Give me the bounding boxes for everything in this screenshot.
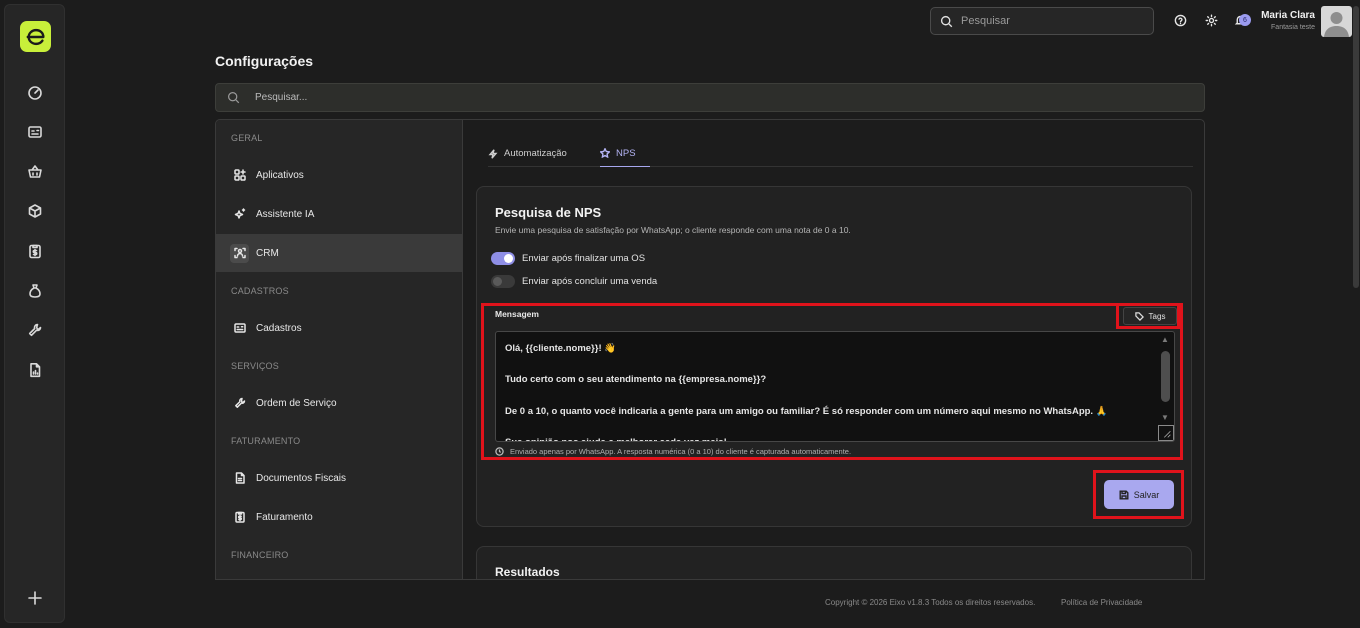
- dashboard-icon[interactable]: [25, 83, 45, 103]
- help-icon[interactable]: [1173, 13, 1187, 27]
- search-icon: [940, 15, 953, 27]
- nps-card-description: Envie uma pesquisa de satisfação por Wha…: [495, 225, 851, 235]
- wrench-icon[interactable]: [25, 320, 45, 340]
- tab-automatizacao[interactable]: Automatização: [488, 140, 580, 167]
- settings-search[interactable]: [215, 83, 1205, 112]
- sparkles-icon: [231, 206, 248, 223]
- clipboard-dollar-icon[interactable]: [25, 241, 45, 261]
- nav-section-label: FINANCEIRO: [231, 550, 289, 560]
- money-bag-icon[interactable]: [25, 281, 45, 301]
- basket-icon[interactable]: [25, 162, 45, 182]
- results-title: Resultados: [495, 565, 560, 579]
- save-icon: [1119, 490, 1129, 499]
- highlight-box-message: [481, 303, 1183, 460]
- search-icon: [228, 92, 240, 104]
- logo-icon: [26, 28, 45, 45]
- footer-privacy-link[interactable]: Política de Privacidade: [1061, 598, 1142, 607]
- box-icon[interactable]: [25, 201, 45, 221]
- nav-item-documentos-fiscais[interactable]: Documentos Fiscais: [216, 459, 462, 497]
- nav-item-crm[interactable]: CRM: [216, 234, 462, 272]
- nav-section-label: FATURAMENTO: [231, 436, 301, 446]
- report-icon[interactable]: [25, 360, 45, 380]
- document-icon: [231, 470, 248, 487]
- user-avatar-icon: [1324, 12, 1349, 37]
- toggle-row-concluir-venda: Enviar após concluir uma venda: [491, 275, 657, 288]
- nav-section-label: GERAL: [231, 133, 263, 143]
- highlight-box-tags: [1116, 303, 1180, 329]
- results-card: Resultados: [476, 546, 1192, 579]
- nav-item-label: Ordem de Serviço: [256, 397, 337, 409]
- nav-section-label: CADASTROS: [231, 286, 289, 296]
- toggle-finalizar-os[interactable]: [491, 252, 515, 265]
- nav-item-assistente-ia[interactable]: Assistente IA: [216, 195, 462, 233]
- nav-item-faturamento[interactable]: Faturamento: [216, 498, 462, 536]
- id-card-icon[interactable]: [25, 122, 45, 142]
- nps-card-title: Pesquisa de NPS: [495, 205, 602, 220]
- app-logo[interactable]: [20, 21, 51, 52]
- toggle-label: Enviar após finalizar uma OS: [522, 253, 646, 264]
- global-search-input[interactable]: [961, 15, 1141, 27]
- global-search[interactable]: [930, 7, 1154, 35]
- toggle-row-finalizar-os: Enviar após finalizar uma OS: [491, 252, 645, 265]
- star-icon: [600, 148, 610, 158]
- user-company: Fantasia teste: [1271, 24, 1315, 31]
- id-card-icon: [231, 320, 248, 337]
- settings-search-input[interactable]: [255, 92, 855, 103]
- settings-panel: GERAL Aplicativos Assistente IA CRM CADA…: [215, 119, 1205, 580]
- nav-item-cadastros[interactable]: Cadastros: [216, 309, 462, 347]
- users-icon: [230, 243, 249, 263]
- user-name[interactable]: Maria Clara: [1261, 10, 1315, 21]
- notification-badge: 6: [1239, 14, 1251, 26]
- avatar[interactable]: [1321, 6, 1352, 37]
- bolt-icon: [488, 148, 498, 159]
- nav-item-label: Assistente IA: [256, 208, 315, 220]
- settings-tabs: Automatização NPS: [488, 140, 1193, 167]
- nav-item-label: Aplicativos: [256, 169, 304, 181]
- nav-item-label: Documentos Fiscais: [256, 472, 347, 484]
- nav-item-label: CRM: [256, 247, 279, 259]
- nav-item-ordem-de-servico[interactable]: Ordem de Serviço: [216, 384, 462, 422]
- settings-nav: GERAL Aplicativos Assistente IA CRM CADA…: [216, 120, 463, 579]
- tab-nps[interactable]: NPS: [600, 140, 650, 167]
- tab-label: NPS: [616, 147, 636, 159]
- nav-item-label: Faturamento: [256, 511, 313, 523]
- app-sidebar: [4, 4, 65, 623]
- nav-item-aplicativos[interactable]: Aplicativos: [216, 156, 462, 194]
- nav-item-label: Cadastros: [256, 322, 302, 334]
- toggle-label: Enviar após concluir uma venda: [522, 276, 658, 287]
- page-scrollbar[interactable]: [1353, 6, 1359, 288]
- toggle-concluir-venda[interactable]: [491, 275, 515, 288]
- save-button[interactable]: Salvar: [1104, 480, 1174, 509]
- clipboard-dollar-icon: [231, 509, 248, 526]
- footer-copyright: Copyright © 2026 Eixo v1.8.3 Todos os di…: [825, 598, 1036, 607]
- nav-section-label: SERVIÇOS: [231, 361, 279, 371]
- apps-icon: [231, 167, 248, 184]
- theme-sun-icon[interactable]: [1204, 13, 1218, 27]
- page-title: Configurações: [215, 53, 314, 69]
- wrench-icon: [231, 395, 248, 412]
- tab-label: Automatização: [504, 148, 567, 159]
- add-icon[interactable]: [25, 588, 45, 608]
- nps-card: Pesquisa de NPS Envie uma pesquisa de sa…: [476, 186, 1192, 527]
- save-button-label: Salvar: [1133, 489, 1160, 500]
